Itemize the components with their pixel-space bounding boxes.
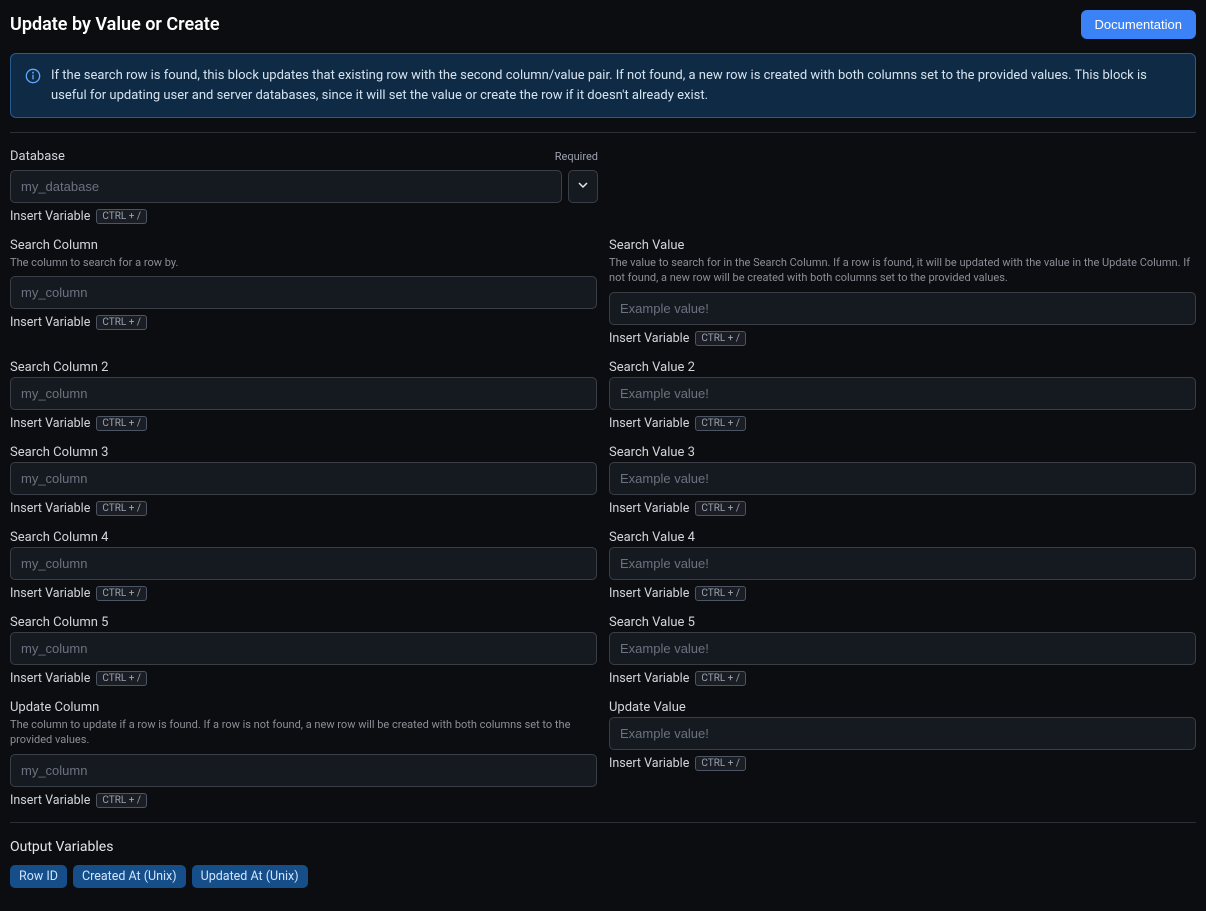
insert-variable-hint[interactable]: Insert Variable xyxy=(609,586,689,601)
search-column-4-input[interactable] xyxy=(10,547,597,580)
insert-variable-hint[interactable]: Insert Variable xyxy=(10,315,90,330)
search-value-4-input[interactable] xyxy=(609,547,1196,580)
output-chip-updated-at[interactable]: Updated At (Unix) xyxy=(192,865,308,888)
insert-variable-hint[interactable]: Insert Variable xyxy=(10,586,90,601)
update-column-input[interactable] xyxy=(10,754,597,787)
search-column-help: The column to search for a row by. xyxy=(10,255,597,270)
search-value-4-label: Search Value 4 xyxy=(609,530,1196,545)
update-value-label: Update Value xyxy=(609,700,1196,715)
kbd-shortcut: CTRL + / xyxy=(96,671,147,686)
kbd-shortcut: CTRL + / xyxy=(695,756,746,771)
insert-variable-hint[interactable]: Insert Variable xyxy=(609,501,689,516)
kbd-shortcut: CTRL + / xyxy=(96,315,147,330)
insert-variable-hint[interactable]: Insert Variable xyxy=(10,209,90,224)
kbd-shortcut: CTRL + / xyxy=(96,586,147,601)
insert-variable-hint[interactable]: Insert Variable xyxy=(10,671,90,686)
kbd-shortcut: CTRL + / xyxy=(695,671,746,686)
search-value-2-label: Search Value 2 xyxy=(609,360,1196,375)
search-value-5-input[interactable] xyxy=(609,632,1196,665)
update-column-help: The column to update if a row is found. … xyxy=(10,717,597,748)
caret-down-icon xyxy=(578,179,588,194)
search-column-input[interactable] xyxy=(10,276,597,309)
insert-variable-hint[interactable]: Insert Variable xyxy=(609,671,689,686)
search-value-2-input[interactable] xyxy=(609,377,1196,410)
search-column-4-label: Search Column 4 xyxy=(10,530,597,545)
insert-variable-hint[interactable]: Insert Variable xyxy=(10,416,90,431)
info-banner: If the search row is found, this block u… xyxy=(10,53,1196,118)
kbd-shortcut: CTRL + / xyxy=(96,209,147,224)
search-column-3-label: Search Column 3 xyxy=(10,445,597,460)
search-value-5-label: Search Value 5 xyxy=(609,615,1196,630)
database-label: Database xyxy=(10,149,65,164)
kbd-shortcut: CTRL + / xyxy=(695,586,746,601)
insert-variable-hint[interactable]: Insert Variable xyxy=(609,756,689,771)
info-icon xyxy=(25,68,41,91)
search-value-input[interactable] xyxy=(609,292,1196,325)
divider xyxy=(10,132,1196,133)
kbd-shortcut: CTRL + / xyxy=(96,416,147,431)
search-value-help: The value to search for in the Search Co… xyxy=(609,255,1196,286)
search-value-3-input[interactable] xyxy=(609,462,1196,495)
info-banner-text: If the search row is found, this block u… xyxy=(51,66,1181,105)
kbd-shortcut: CTRL + / xyxy=(695,331,746,346)
search-value-3-label: Search Value 3 xyxy=(609,445,1196,460)
update-column-label: Update Column xyxy=(10,700,597,715)
search-column-label: Search Column xyxy=(10,238,597,253)
search-column-2-label: Search Column 2 xyxy=(10,360,597,375)
insert-variable-hint[interactable]: Insert Variable xyxy=(609,331,689,346)
page-title: Update by Value or Create xyxy=(10,14,220,35)
output-variables-title: Output Variables xyxy=(10,839,1196,855)
insert-variable-hint[interactable]: Insert Variable xyxy=(10,793,90,808)
kbd-shortcut: CTRL + / xyxy=(695,416,746,431)
output-chips: Row ID Created At (Unix) Updated At (Uni… xyxy=(10,865,1196,888)
search-value-label: Search Value xyxy=(609,238,1196,253)
required-tag: Required xyxy=(555,150,598,163)
kbd-shortcut: CTRL + / xyxy=(96,793,147,808)
insert-variable-hint[interactable]: Insert Variable xyxy=(10,501,90,516)
update-value-input[interactable] xyxy=(609,717,1196,750)
search-column-5-input[interactable] xyxy=(10,632,597,665)
output-chip-row-id[interactable]: Row ID xyxy=(10,865,67,888)
kbd-shortcut: CTRL + / xyxy=(96,501,147,516)
output-chip-created-at[interactable]: Created At (Unix) xyxy=(73,865,186,888)
kbd-shortcut: CTRL + / xyxy=(695,501,746,516)
divider xyxy=(10,822,1196,823)
search-column-2-input[interactable] xyxy=(10,377,597,410)
database-input[interactable] xyxy=(10,170,562,203)
search-column-5-label: Search Column 5 xyxy=(10,615,597,630)
database-dropdown-button[interactable] xyxy=(568,170,598,203)
documentation-button[interactable]: Documentation xyxy=(1081,10,1196,39)
insert-variable-hint[interactable]: Insert Variable xyxy=(609,416,689,431)
search-column-3-input[interactable] xyxy=(10,462,597,495)
